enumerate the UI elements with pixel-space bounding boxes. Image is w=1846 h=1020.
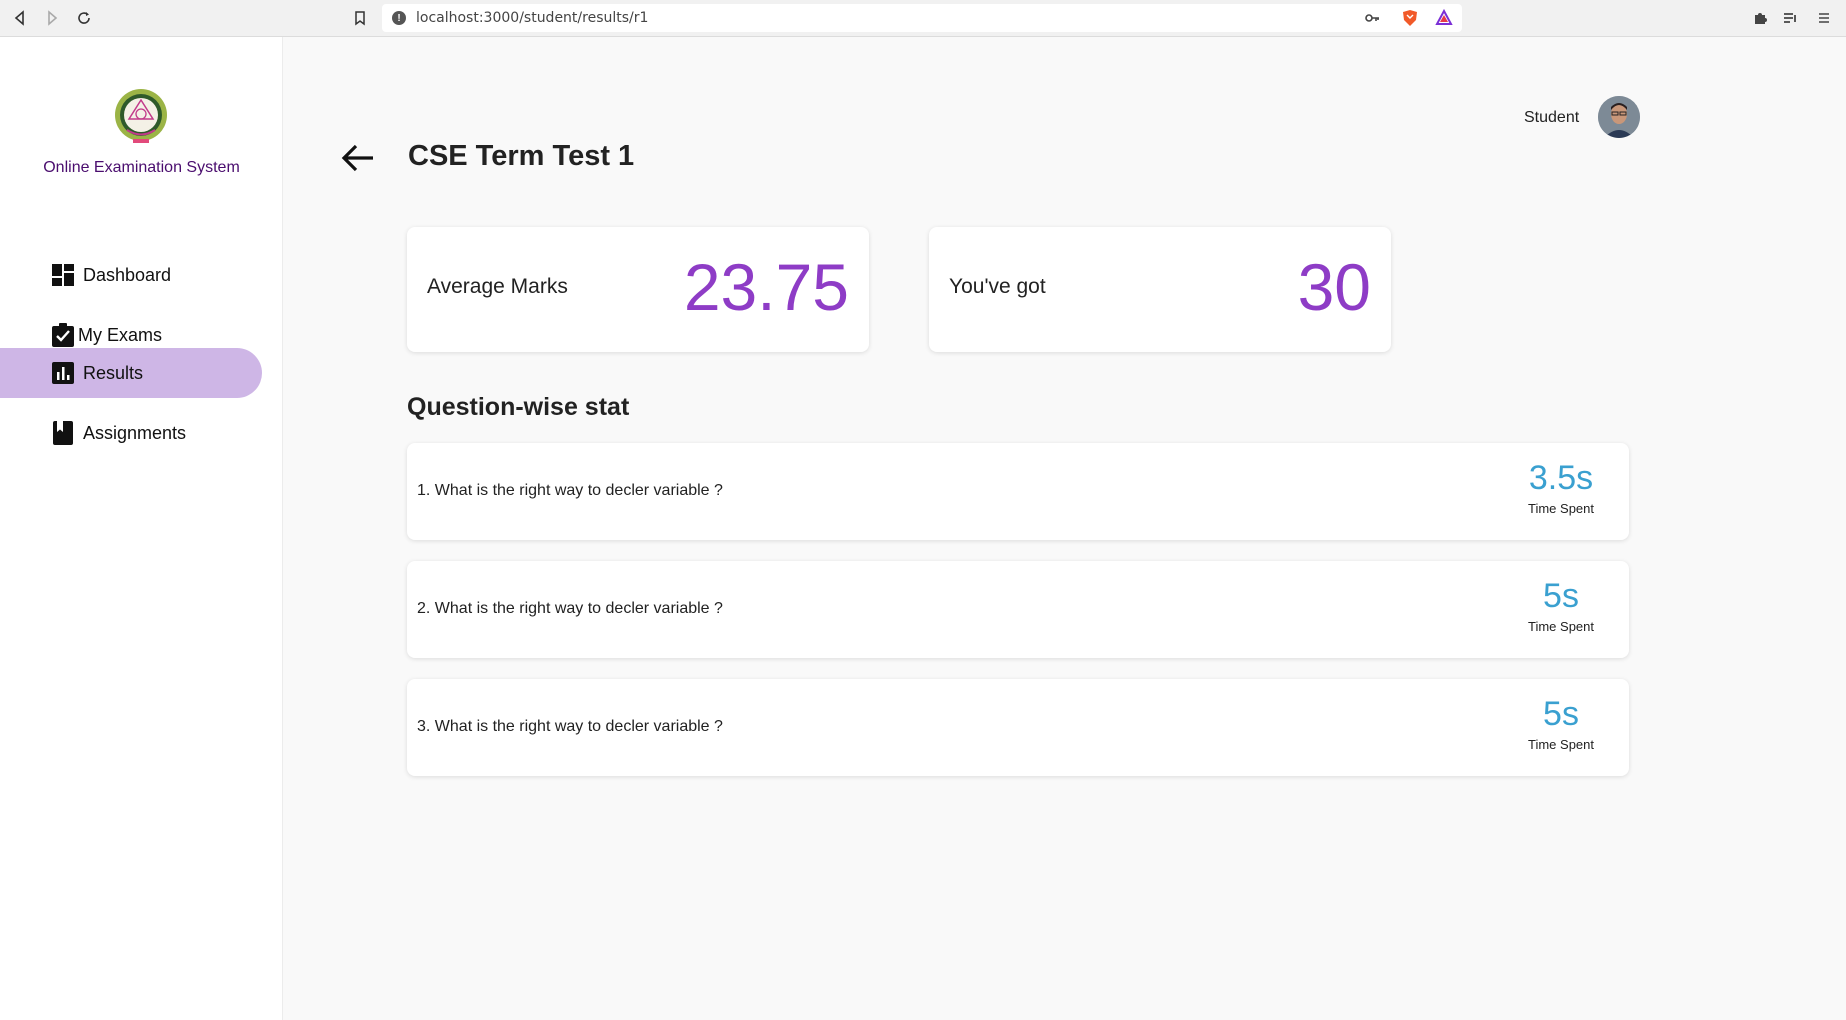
clipboard-check-icon [51,323,75,347]
bookmark-book-icon [51,421,75,445]
back-nav-icon[interactable] [8,6,32,30]
question-stat-row: 2. What is the right way to decler varia… [407,561,1629,658]
question-stat-row: 1. What is the right way to decler varia… [407,443,1629,540]
site-info-icon[interactable]: ! [392,11,406,25]
time-spent-value: 5s [1543,577,1579,615]
page-title: CSE Term Test 1 [408,140,635,172]
your-marks-label: You've got [949,275,1046,298]
question-stat-title: Question-wise stat [407,393,630,421]
question-text: 2. What is the right way to decler varia… [417,600,723,617]
time-spent-value: 5s [1543,695,1579,733]
time-spent: 5s Time Spent [1521,695,1601,752]
average-marks-card: Average Marks 23.75 [407,227,869,352]
app-name: Online Examination System [43,159,240,176]
question-stat-row: 3. What is the right way to decler varia… [407,679,1629,776]
your-marks-card: You've got 30 [929,227,1391,352]
sidebar-item-label: My Exams [78,324,163,345]
user-role: Student [1524,109,1580,126]
url-text: localhost:3000/student/results/r1 [416,10,649,26]
forward-nav-icon[interactable] [40,6,64,30]
browser-toolbar: ! localhost:3000/student/results/r1 [0,0,1846,37]
time-spent-label: Time Spent [1528,737,1594,752]
sidebar-item-label: Assignments [83,422,187,443]
average-marks-label: Average Marks [427,275,568,298]
reload-icon[interactable] [72,6,96,30]
time-spent: 5s Time Spent [1521,577,1601,634]
sidebar-item-results[interactable]: Results [0,348,262,398]
extensions-puzzle-icon[interactable] [1750,8,1770,28]
sidebar-item-label: Dashboard [83,264,172,285]
time-spent: 3.5s Time Spent [1521,459,1601,516]
key-icon[interactable] [1362,8,1382,28]
sidebar-item-label: Results [83,362,144,383]
back-arrow-icon[interactable] [338,138,378,178]
avatar[interactable] [1598,96,1640,138]
playlist-icon[interactable] [1780,8,1800,28]
dashboard-icon [51,263,75,287]
time-spent-value: 3.5s [1528,459,1594,497]
time-spent-label: Time Spent [1528,501,1594,516]
bar-chart-icon [51,361,75,385]
rewards-triangle-icon[interactable] [1434,8,1454,28]
question-text: 3. What is the right way to decler varia… [417,718,723,735]
your-marks-value: 30 [1297,250,1371,324]
address-bar[interactable]: ! localhost:3000/student/results/r1 [382,4,1462,32]
menu-icon[interactable] [1814,8,1834,28]
bookmark-icon[interactable] [348,6,372,30]
sidebar: Online Examination System Dashboard My E… [0,37,283,1020]
question-text: 1. What is the right way to decler varia… [417,482,723,499]
average-marks-value: 23.75 [683,250,849,324]
sidebar-item-dashboard[interactable]: Dashboard [0,250,262,300]
university-logo [113,87,169,145]
time-spent-label: Time Spent [1528,619,1594,634]
sidebar-item-assignments[interactable]: Assignments [0,408,262,458]
brave-shield-icon[interactable] [1400,8,1420,28]
